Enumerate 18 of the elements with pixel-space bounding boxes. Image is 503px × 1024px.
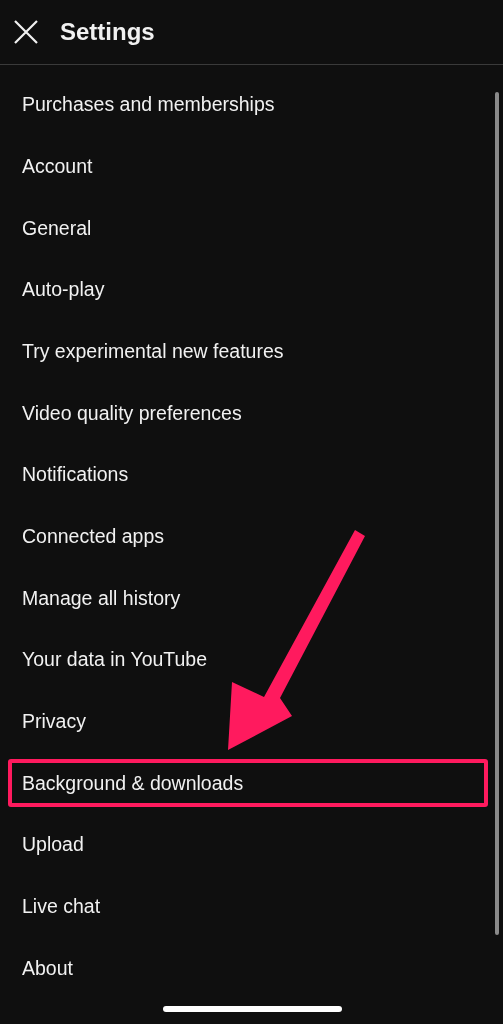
settings-item[interactable]: Live chat [8, 895, 115, 919]
settings-item[interactable]: Video quality preferences [8, 401, 256, 425]
page-title: Settings [60, 17, 155, 47]
settings-item[interactable]: Auto-play [8, 278, 119, 302]
close-icon[interactable] [12, 18, 40, 46]
settings-item[interactable]: Account [8, 154, 107, 179]
scrollbar[interactable] [495, 92, 499, 935]
settings-item[interactable]: Purchases and memberships [8, 93, 289, 117]
settings-item[interactable]: Notifications [8, 463, 143, 487]
settings-item[interactable]: General [8, 216, 106, 240]
settings-item[interactable]: Your data in YouTube [8, 648, 222, 672]
settings-item[interactable]: Background & downloads [8, 759, 488, 808]
settings-item[interactable]: Connected apps [8, 524, 179, 549]
settings-item[interactable]: About [8, 956, 87, 981]
settings-item[interactable]: Upload [8, 833, 98, 857]
settings-item[interactable]: Manage all history [8, 586, 195, 611]
settings-item[interactable]: Privacy [8, 710, 100, 734]
settings-item[interactable]: Try experimental new features [8, 339, 298, 364]
